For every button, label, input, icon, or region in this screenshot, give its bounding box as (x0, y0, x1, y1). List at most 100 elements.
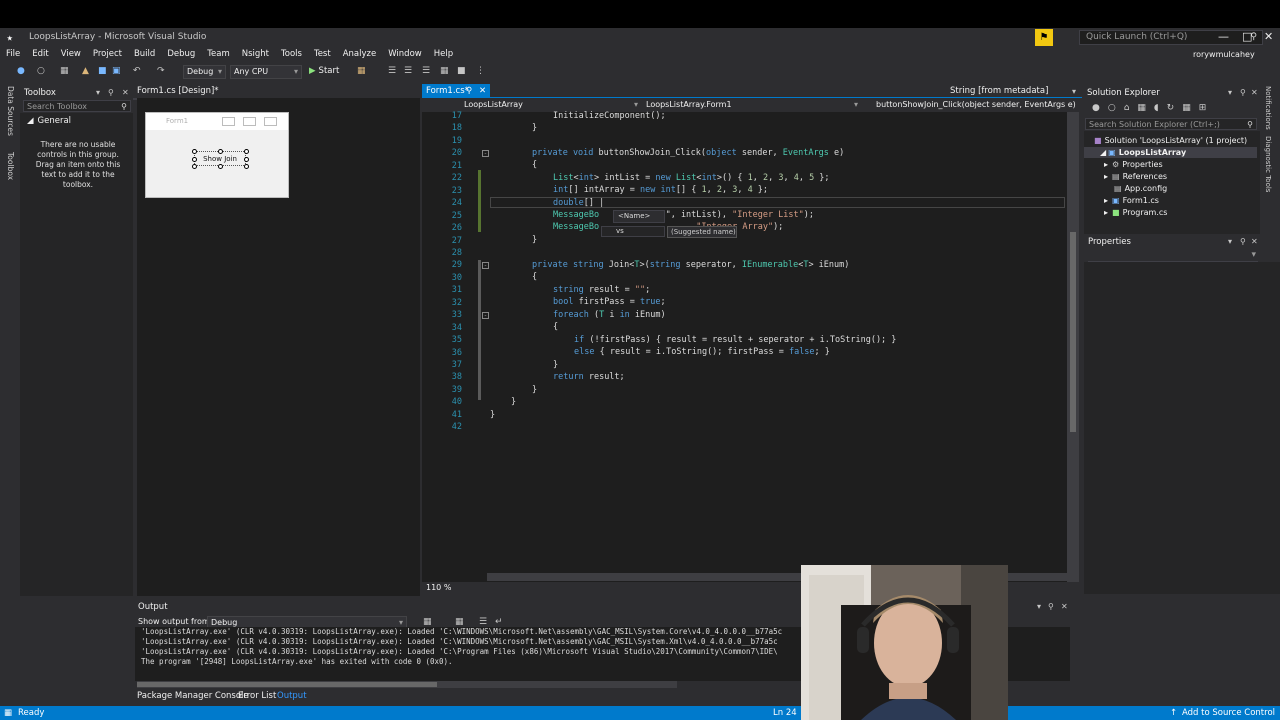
toolbox-group-general[interactable]: ◢ General (27, 116, 71, 126)
toggle-word-wrap-icon[interactable]: ↵ (495, 617, 503, 627)
form-preview[interactable]: Form1 Show Join (145, 112, 289, 198)
menu-debug[interactable]: Debug (167, 49, 195, 59)
back-icon[interactable]: ● (17, 66, 25, 76)
collapse-icon[interactable]: - (482, 150, 489, 157)
menu-team[interactable]: Team (207, 49, 229, 59)
nav-class-select[interactable]: LoopsListArray.Form1 (646, 100, 732, 109)
tab-output[interactable]: Output (277, 691, 307, 701)
dropdown-icon[interactable]: ▾ (1037, 602, 1041, 611)
new-project-icon[interactable]: ▦ (60, 66, 69, 76)
resize-handle[interactable] (192, 164, 197, 169)
tree-item-solution[interactable]: ■ Solution 'LoopsListArray' (1 project) (1094, 136, 1247, 145)
align-left-icon[interactable]: ☰ (388, 66, 396, 76)
tree-item-program[interactable]: ▸ ■ Program.cs (1104, 208, 1167, 217)
user-account[interactable]: rorywmulcahey (1193, 50, 1255, 59)
tree-item-references[interactable]: ▸ ▤ References (1104, 172, 1167, 181)
tab-error-list[interactable]: Error List (238, 691, 276, 701)
zoom-level[interactable]: 110 % (422, 582, 482, 594)
properties-object-select[interactable]: ▾ (1088, 250, 1258, 262)
menu-analyze[interactable]: Analyze (343, 49, 377, 59)
nav-project-select[interactable]: LoopsListArray (464, 100, 523, 109)
align-center-icon[interactable]: ☰ (404, 66, 412, 76)
menu-nsight[interactable]: Nsight (242, 49, 269, 59)
tree-item-project[interactable]: ◢ ▣ LoopsListArray (1100, 148, 1186, 157)
pin-icon[interactable]: ⚲ (466, 84, 472, 98)
scrollbar-thumb[interactable] (1070, 232, 1076, 432)
pin-icon[interactable]: ⚲ (1240, 237, 1246, 246)
notifications-tab[interactable]: Notifications (1264, 86, 1272, 130)
close-icon[interactable]: ✕ (479, 84, 486, 98)
stop-icon[interactable]: ■ (457, 66, 466, 76)
close-icon[interactable]: ✕ (1251, 88, 1258, 97)
pin-icon[interactable]: ⚲ (1240, 88, 1246, 97)
tab-form1-cs[interactable]: Form1.cs* ⚲ ✕ (422, 84, 490, 98)
menu-file[interactable]: File (6, 49, 20, 59)
resize-handle[interactable] (244, 149, 249, 154)
resize-handle[interactable] (218, 164, 223, 169)
resize-handle[interactable] (192, 157, 197, 162)
notification-flag-icon[interactable]: ⚑ (1035, 29, 1053, 46)
minimize-icon[interactable]: — (1218, 30, 1229, 43)
quick-launch-input[interactable]: Quick Launch (Ctrl+Q) ⚲ (1079, 30, 1263, 45)
close-icon[interactable]: ✕ (1251, 237, 1258, 246)
dropdown-icon[interactable]: ▾ (1228, 237, 1232, 246)
menu-view[interactable]: View (61, 49, 81, 59)
menu-tools[interactable]: Tools (281, 49, 302, 59)
word-wrap-icon[interactable]: ☰ (479, 617, 487, 627)
start-button[interactable]: ▶ Start (309, 66, 339, 76)
tree-item-properties[interactable]: ▸ ⚙ Properties (1104, 160, 1163, 169)
save-all-icon[interactable]: ▣ (112, 66, 121, 76)
collapse-icon[interactable]: - (482, 262, 489, 269)
scrollbar-thumb[interactable] (137, 682, 437, 687)
clear-all-icon[interactable]: ▦ (455, 617, 464, 627)
suggestion-item[interactable]: vs (601, 226, 665, 237)
undo-icon[interactable]: ↶ (133, 66, 141, 76)
dropdown-icon[interactable]: ▾ (1228, 88, 1232, 97)
open-file-icon[interactable]: ▲ (82, 66, 89, 76)
vertical-scrollbar[interactable] (1067, 112, 1079, 582)
pin-icon[interactable]: ⚲ (1048, 602, 1054, 611)
close-icon[interactable]: ✕ (1264, 30, 1273, 43)
toolbar-more-icon[interactable]: ⋮ (476, 66, 485, 76)
maximize-icon[interactable]: □ (1242, 30, 1252, 43)
menu-help[interactable]: Help (434, 49, 453, 59)
tree-item-app-config[interactable]: ▤ App.config (1114, 184, 1167, 193)
solution-search-input[interactable]: Search Solution Explorer (Ctrl+;) ⚲ (1085, 118, 1257, 130)
browser-link-icon[interactable]: ▦ (357, 66, 366, 76)
toolbox-tab[interactable]: Toolbox (6, 152, 15, 180)
find-message-icon[interactable]: ▦ (423, 617, 432, 627)
diagnostic-tools-tab[interactable]: Diagnostic Tools (1264, 136, 1272, 192)
menu-project[interactable]: Project (93, 49, 122, 59)
resize-handle[interactable] (192, 149, 197, 154)
tab-string-metadata[interactable]: String [from metadata] (946, 84, 1052, 98)
dropdown-icon[interactable]: ▾ (1072, 87, 1076, 96)
close-icon[interactable]: ✕ (122, 88, 129, 97)
resize-handle[interactable] (218, 149, 223, 154)
resize-handle[interactable] (244, 157, 249, 162)
menu-window[interactable]: Window (388, 49, 422, 59)
output-horizontal-scrollbar[interactable] (137, 681, 677, 688)
solution-platform-select[interactable]: Any CPU ▾ (230, 65, 302, 79)
tab-form1-design[interactable]: Form1.cs [Design]* (133, 84, 223, 98)
add-to-source-control[interactable]: Add to Source Control (1182, 708, 1275, 718)
align-right-icon[interactable]: ☰ (422, 66, 430, 76)
tab-package-manager-console[interactable]: Package Manager Console (137, 691, 249, 701)
menu-test[interactable]: Test (314, 49, 331, 59)
redo-icon[interactable]: ↷ (157, 66, 165, 76)
forward-icon[interactable]: ○ (37, 66, 45, 76)
save-icon[interactable]: ■ (98, 66, 107, 76)
solution-config-select[interactable]: Debug ▾ (183, 65, 226, 79)
pin-icon[interactable]: ⚲ (108, 88, 114, 97)
toolbox-search-input[interactable]: Search Toolbox ⚲ (23, 100, 131, 112)
format-icon[interactable]: ▦ (440, 66, 449, 76)
start-label: Start (318, 66, 340, 76)
menu-edit[interactable]: Edit (32, 49, 48, 59)
data-sources-tab[interactable]: Data Sources (6, 86, 15, 136)
collapse-icon[interactable]: - (482, 312, 489, 319)
dropdown-icon[interactable]: ▾ (96, 88, 100, 97)
tree-item-form1[interactable]: ▸ ▣ Form1.cs (1104, 196, 1159, 205)
resize-handle[interactable] (244, 164, 249, 169)
close-icon[interactable]: ✕ (1061, 602, 1068, 611)
menu-build[interactable]: Build (134, 49, 155, 59)
nav-member-select[interactable]: buttonShowJoin_Click(object sender, Even… (876, 100, 1076, 109)
